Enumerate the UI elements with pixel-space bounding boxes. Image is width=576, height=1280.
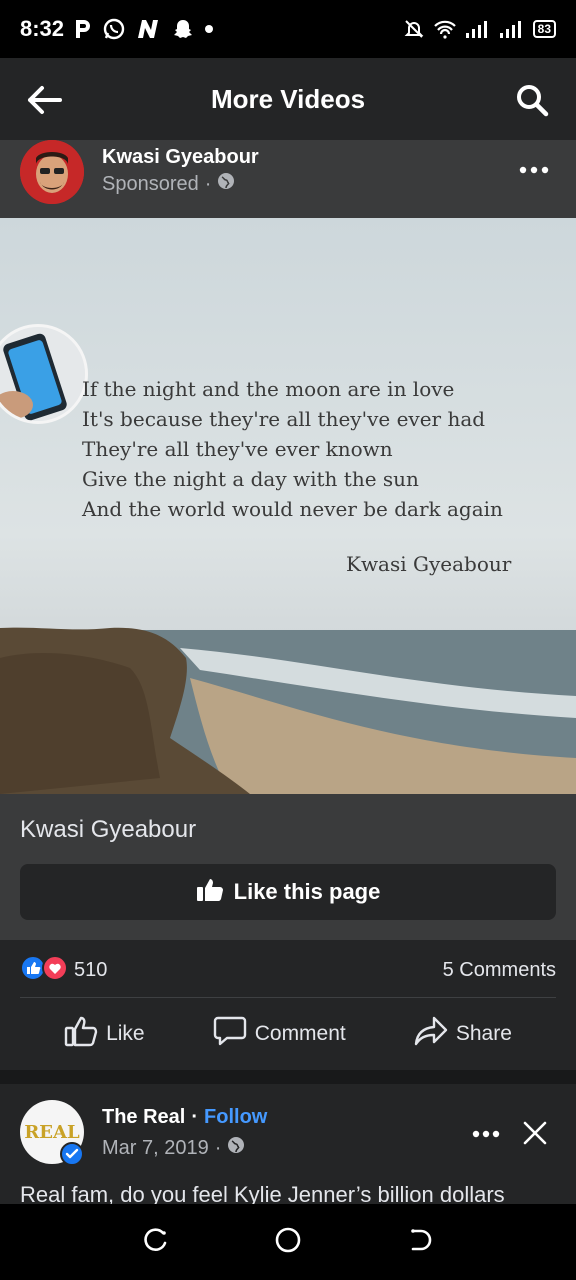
mute-bell-icon bbox=[403, 18, 425, 40]
page-name-row: The Real · Follow bbox=[102, 1106, 267, 1129]
back-icon[interactable] bbox=[405, 1225, 435, 1260]
signal-icon bbox=[465, 19, 491, 39]
signal-icon-2 bbox=[499, 19, 525, 39]
more-options-icon[interactable] bbox=[516, 158, 552, 182]
search-icon[interactable] bbox=[512, 80, 552, 120]
poem-text: If the night and the moon are in love It… bbox=[82, 374, 503, 524]
post-caption-area: Kwasi Gyeabour Like this page bbox=[0, 794, 576, 940]
like-button[interactable]: Like bbox=[64, 1015, 145, 1053]
poem-line: They're all they've ever known bbox=[82, 437, 393, 461]
reactions-bar: 510 5 Comments Like Comment Share bbox=[0, 940, 576, 1070]
post-meta: Sponsored · bbox=[102, 172, 235, 196]
post-header: Kwasi Gyeabour Sponsored · bbox=[0, 140, 576, 218]
post-date-row: Mar 7, 2019 · bbox=[102, 1136, 245, 1160]
comments-count[interactable]: 5 Comments bbox=[443, 959, 556, 982]
wifi-icon bbox=[433, 19, 457, 39]
meta-separator: · bbox=[191, 1106, 199, 1128]
poem-line: And the world would never be dark again bbox=[82, 497, 503, 521]
globe-icon bbox=[217, 172, 235, 196]
share-icon bbox=[414, 1015, 448, 1053]
page-name[interactable]: The Real bbox=[102, 1106, 185, 1129]
feed-separator bbox=[0, 1070, 576, 1084]
video-frame[interactable]: If the night and the moon are in love It… bbox=[0, 218, 576, 794]
home-icon[interactable] bbox=[273, 1225, 303, 1260]
battery-indicator: 83 bbox=[532, 20, 556, 38]
more-options-icon[interactable] bbox=[468, 1122, 504, 1146]
comment-label: Comment bbox=[254, 1022, 346, 1045]
system-nav-bar bbox=[0, 1204, 576, 1280]
post-author[interactable]: Kwasi Gyeabour bbox=[102, 146, 259, 169]
post-caption: Kwasi Gyeabour bbox=[20, 816, 197, 843]
reaction-count: 510 bbox=[74, 958, 108, 981]
page-title: More Videos bbox=[210, 83, 366, 114]
n-app-icon bbox=[136, 18, 162, 40]
reactions-summary[interactable]: 510 5 Comments bbox=[20, 954, 556, 986]
poem-signature: Kwasi Gyeabour bbox=[346, 552, 512, 576]
status-bar: 8:32 83 bbox=[0, 0, 576, 58]
share-label: Share bbox=[455, 1022, 512, 1045]
post-date: Mar 7, 2019 bbox=[102, 1136, 209, 1159]
globe-icon bbox=[227, 1136, 245, 1160]
next-post: REAL The Real · Follow Mar 7, 2019 · Rea… bbox=[0, 1084, 576, 1204]
back-arrow-icon[interactable] bbox=[24, 80, 64, 120]
p-app-icon bbox=[74, 18, 92, 40]
like-page-label: Like this page bbox=[233, 879, 381, 904]
meta-separator: · bbox=[214, 1136, 222, 1159]
sponsored-label: Sponsored bbox=[102, 172, 199, 195]
thumbs-up-icon bbox=[196, 876, 224, 908]
comment-button[interactable]: Comment bbox=[213, 1015, 346, 1053]
poem-line: If the night and the moon are in love bbox=[82, 377, 455, 401]
divider bbox=[20, 997, 556, 998]
meta-separator: · bbox=[204, 172, 212, 195]
app-bar: More Videos bbox=[0, 58, 576, 140]
post-text: Real fam, do you feel Kylie Jenner’s bil… bbox=[20, 1182, 505, 1204]
page-avatar-logo: REAL bbox=[24, 1121, 80, 1143]
close-icon[interactable] bbox=[520, 1118, 550, 1148]
whatsapp-icon bbox=[102, 17, 126, 41]
poem-line: Give the night a day with the sun bbox=[82, 467, 419, 491]
post-actions: Like Comment Share bbox=[0, 1012, 576, 1056]
snapchat-icon bbox=[172, 18, 194, 40]
verified-badge-icon bbox=[60, 1142, 84, 1166]
like-page-button[interactable]: Like this page bbox=[20, 864, 556, 920]
poem-line: It's because they're all they've ever ha… bbox=[82, 407, 486, 431]
dot-icon bbox=[204, 24, 214, 34]
comment-icon bbox=[213, 1015, 247, 1053]
follow-button[interactable]: Follow bbox=[204, 1106, 267, 1129]
love-reaction-icon bbox=[42, 954, 68, 986]
recent-apps-icon[interactable] bbox=[141, 1225, 171, 1260]
share-button[interactable]: Share bbox=[414, 1015, 512, 1053]
author-avatar[interactable] bbox=[20, 140, 84, 204]
thumbs-up-outline-icon bbox=[64, 1015, 98, 1053]
status-time: 8:32 bbox=[20, 16, 65, 41]
like-label: Like bbox=[106, 1022, 145, 1045]
